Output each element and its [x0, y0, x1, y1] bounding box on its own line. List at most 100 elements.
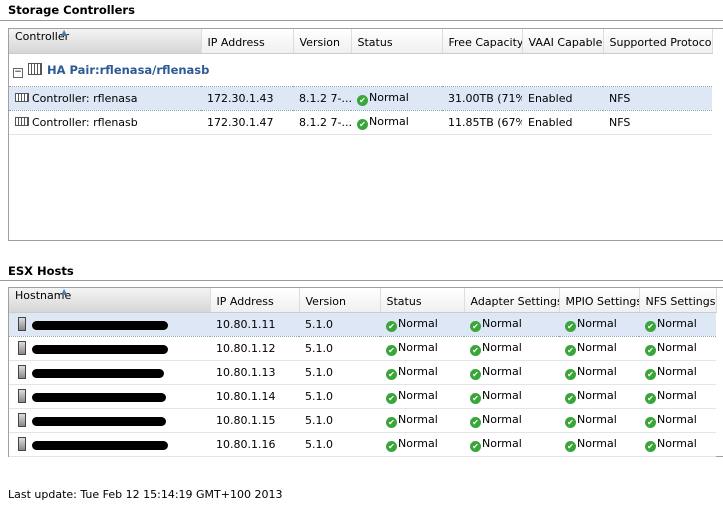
adapter-settings: ✔ Normal — [464, 312, 559, 337]
column-header[interactable]: IP Address — [210, 288, 300, 313]
cell-text: Normal — [577, 317, 617, 330]
status: ✔ Normal — [380, 360, 464, 385]
esx-host-row[interactable]: 10.80.1.11 5.1.0 ✔ Normal ✔ Normal ✔ Normal ✔ Nor… — [9, 312, 716, 337]
column-header[interactable]: Supported Protocols — [603, 29, 713, 54]
hostname — [9, 432, 210, 457]
esx-hosts-table: Hostname ▲ IP Address Version Status Adapter … — [8, 287, 723, 457]
cell-text: Normal — [577, 389, 617, 402]
redacted-hostname — [32, 345, 168, 354]
column-header[interactable]: IP Address — [201, 29, 294, 54]
cell: 5.1.0 — [299, 360, 380, 385]
nfs-settings: ✔ Normal — [639, 360, 716, 385]
normal-check-icon: ✔ — [565, 345, 576, 356]
esx-host-row[interactable]: 10.80.1.15 5.1.0 ✔ Normal ✔ Normal ✔ Normal ✔ Nor… — [9, 408, 716, 433]
mpio-settings: ✔ Normal — [559, 312, 639, 337]
cell: 10.80.1.12 — [210, 336, 299, 361]
cell-text: 5.1.0 — [305, 438, 333, 451]
column-header[interactable]: Controller ▲ — [9, 29, 202, 54]
cell-text: Normal — [657, 317, 697, 330]
cell-text: 8.1.2 7-... — [299, 116, 351, 129]
redacted-hostname — [32, 321, 168, 330]
column-header[interactable]: MPIO Settings — [559, 288, 640, 313]
cell-text: Enabled — [528, 116, 573, 129]
column-header[interactable]: Adapter Settings — [464, 288, 560, 313]
cell-text: Normal — [657, 365, 697, 378]
hostname — [9, 336, 210, 361]
column-header-label: Version — [305, 295, 346, 308]
cell: 5.1.0 — [299, 432, 380, 457]
esx-host-row[interactable]: 10.80.1.12 5.1.0 ✔ Normal ✔ Normal ✔ Normal ✔ Nor… — [9, 336, 716, 361]
column-header[interactable]: Status — [351, 29, 443, 54]
column-header[interactable]: VAAI Capable — [522, 29, 604, 54]
cell: Enabled — [522, 86, 603, 111]
normal-check-icon: ✔ — [357, 95, 368, 106]
column-header[interactable]: NFS Settings — [639, 288, 717, 313]
cell-text: 5.1.0 — [305, 390, 333, 403]
normal-check-icon: ✔ — [470, 441, 481, 452]
cell-text: Normal — [398, 317, 438, 330]
cell-text: 10.80.1.15 — [216, 414, 276, 427]
controller-row[interactable]: Controller: rflenasb 172.30.1.47 8.1.2 7-.… — [9, 110, 712, 135]
host-icon — [18, 365, 26, 379]
normal-check-icon: ✔ — [645, 321, 656, 332]
cell-text: Normal — [482, 317, 522, 330]
nfs-settings: ✔ Normal — [639, 432, 716, 457]
cell-text: Controller: rflenasb — [32, 116, 138, 129]
column-header-label: IP Address — [216, 295, 274, 308]
mpio-settings: ✔ Normal — [559, 360, 639, 385]
column-header-label: Adapter Settings — [470, 295, 559, 308]
esx-hosts-title: ESX Hosts — [8, 264, 74, 278]
column-header[interactable]: Free Capacity — [442, 29, 523, 54]
cell-text: Normal — [369, 115, 409, 128]
hostname — [9, 408, 210, 433]
sort-ascending-icon: ▲ — [61, 288, 68, 296]
cell-text: NFS — [609, 92, 631, 105]
controller-row[interactable]: Controller: rflenasa 172.30.1.43 8.1.2 7-.… — [9, 86, 712, 111]
cell: 172.30.1.47 — [201, 110, 293, 135]
column-header[interactable]: Hostname ▲ — [9, 288, 211, 313]
cell-text: Normal — [398, 413, 438, 426]
normal-check-icon: ✔ — [645, 393, 656, 404]
cell-text: Normal — [577, 365, 617, 378]
esx-host-row[interactable]: 10.80.1.14 5.1.0 ✔ Normal ✔ Normal ✔ Normal ✔ Nor… — [9, 384, 716, 409]
esx-host-row[interactable]: 10.80.1.13 5.1.0 ✔ Normal ✔ Normal ✔ Normal ✔ Nor… — [9, 360, 716, 385]
host-icon — [18, 341, 26, 355]
cell-text: Normal — [657, 341, 697, 354]
cell-text: 31.00TB (71%) — [448, 92, 522, 105]
cell: 5.1.0 — [299, 384, 380, 409]
sort-ascending-icon: ▲ — [61, 29, 68, 37]
controller-icon — [15, 117, 29, 126]
cell-text: Normal — [369, 91, 409, 104]
esx-host-row[interactable]: 10.80.1.16 5.1.0 ✔ Normal ✔ Normal ✔ Normal ✔ Nor… — [9, 432, 716, 457]
cell: NFS — [603, 86, 712, 111]
normal-check-icon: ✔ — [470, 345, 481, 356]
redacted-hostname — [32, 417, 166, 426]
storage-controllers-title: Storage Controllers — [8, 3, 135, 17]
column-header[interactable]: Status — [380, 288, 465, 313]
column-header-label: Status — [357, 36, 393, 49]
normal-check-icon: ✔ — [386, 417, 397, 428]
ha-pair-row[interactable]: − HA Pair:rflenasa/rflenasb — [9, 54, 712, 87]
redacted-hostname — [32, 393, 166, 402]
normal-check-icon: ✔ — [357, 119, 368, 130]
redacted-hostname — [32, 369, 164, 378]
cell-text: 10.80.1.13 — [216, 366, 276, 379]
normal-check-icon: ✔ — [386, 393, 397, 404]
status: ✔ Normal — [351, 86, 442, 111]
adapter-settings: ✔ Normal — [464, 432, 559, 457]
cell-text: Normal — [657, 437, 697, 450]
cell: 11.85TB (67%) — [442, 110, 522, 135]
cell-text: Normal — [657, 389, 697, 402]
cell-text: 8.1.2 7-... — [299, 92, 351, 105]
status: ✔ Normal — [380, 384, 464, 409]
cell: 5.1.0 — [299, 408, 380, 433]
collapse-icon[interactable]: − — [13, 67, 23, 78]
normal-check-icon: ✔ — [565, 321, 576, 332]
controller-name: Controller: rflenasa — [9, 86, 201, 111]
cell-text: 10.80.1.12 — [216, 342, 276, 355]
column-header[interactable]: Version — [293, 29, 352, 54]
normal-check-icon: ✔ — [565, 369, 576, 380]
column-header[interactable]: Version — [299, 288, 381, 313]
status: ✔ Normal — [380, 312, 464, 337]
cell-text: 5.1.0 — [305, 342, 333, 355]
